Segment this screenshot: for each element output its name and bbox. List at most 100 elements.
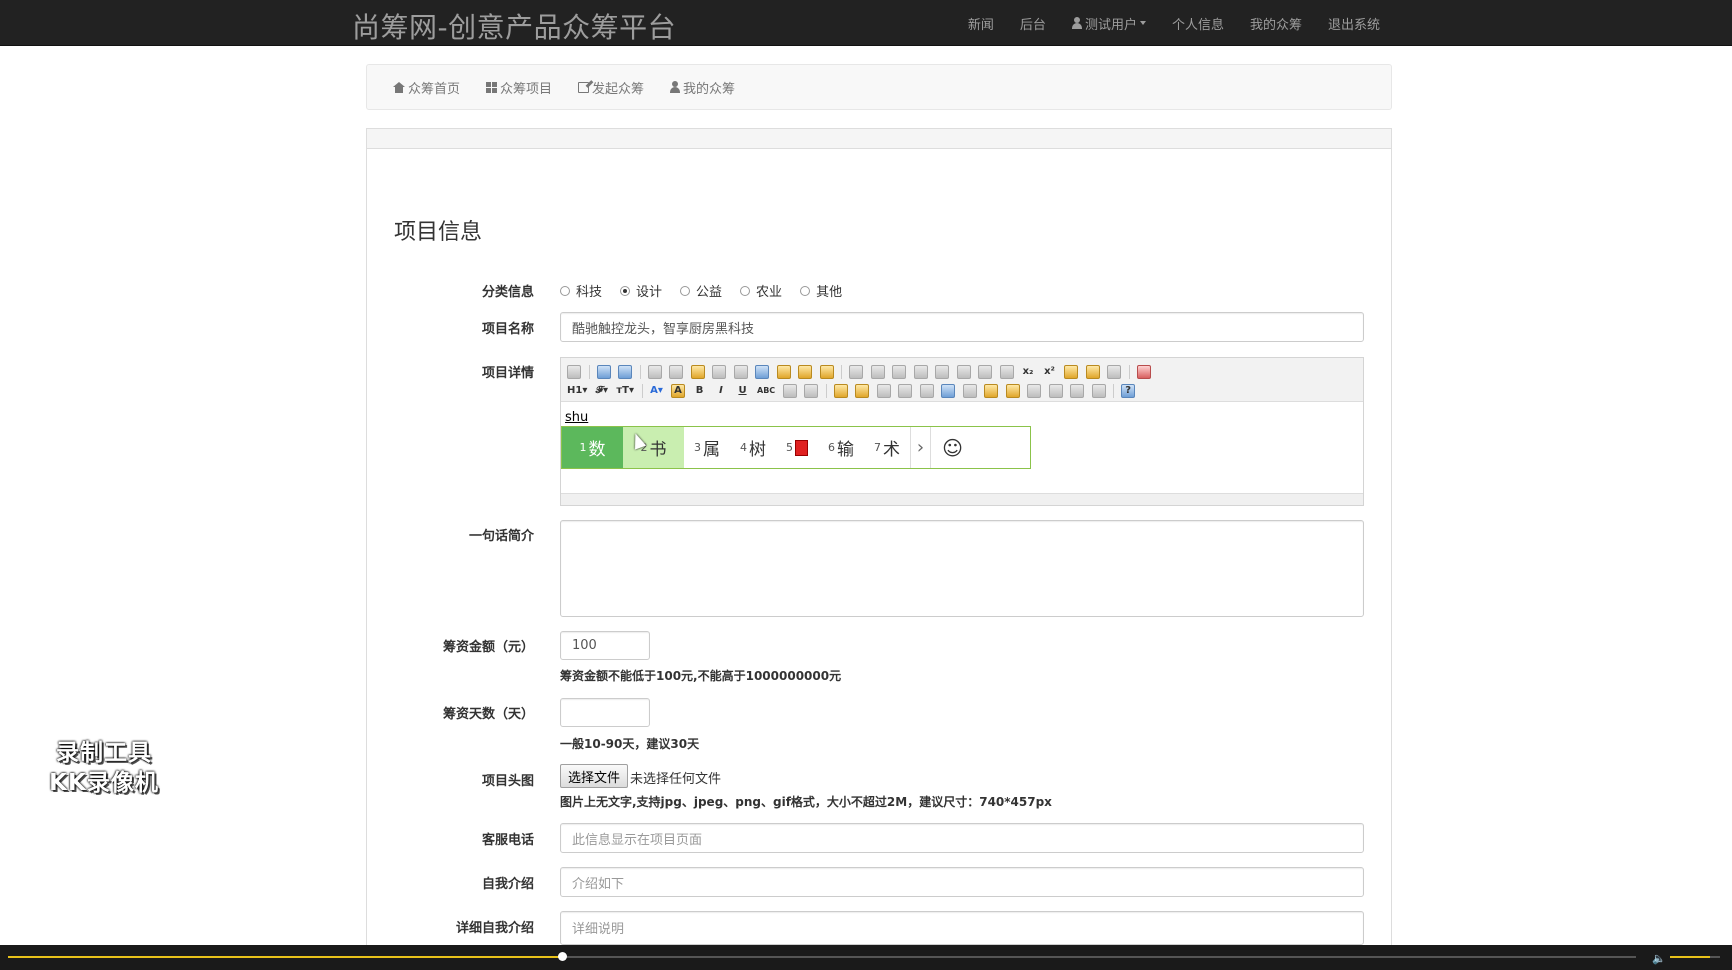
summary-textarea[interactable]	[560, 520, 1364, 617]
attachment-icon[interactable]	[919, 383, 934, 398]
page-break-icon[interactable]	[1027, 383, 1042, 398]
heading-icon[interactable]: H1▾	[567, 384, 587, 398]
line-height-icon[interactable]	[782, 383, 797, 398]
ordered-list-icon[interactable]	[935, 364, 949, 379]
subnav-launch[interactable]: 发起众筹	[578, 78, 644, 97]
volume-icon[interactable]: 🔈	[1652, 952, 1666, 965]
font-size-icon[interactable]: тT▾	[616, 384, 634, 398]
media-icon[interactable]	[898, 383, 913, 398]
strikethrough-icon[interactable]: ABC	[757, 384, 775, 398]
ime-candidate-6[interactable]: 6输	[818, 427, 864, 468]
template-icon[interactable]	[690, 364, 705, 379]
category-option-design[interactable]: 设计	[620, 281, 662, 300]
paste-word-icon[interactable]	[819, 364, 834, 379]
align-left-icon[interactable]	[849, 364, 863, 379]
user-icon	[1071, 17, 1082, 29]
align-right-icon[interactable]	[892, 364, 906, 379]
highlight-icon[interactable]: A	[671, 383, 685, 398]
map-icon[interactable]	[1005, 383, 1020, 398]
nav-profile[interactable]: 个人信息	[1172, 14, 1224, 33]
ime-candidate-3[interactable]: 3属	[684, 427, 730, 468]
phone-input[interactable]: 此信息显示在项目页面	[560, 823, 1364, 853]
superscript-icon[interactable]: x²	[1043, 365, 1057, 379]
subnav-home[interactable]: 众筹首页	[393, 78, 460, 97]
print-icon[interactable]	[669, 364, 683, 379]
category-option-charity[interactable]: 公益	[680, 281, 722, 300]
radio-button[interactable]	[800, 285, 811, 296]
editor-toolbar: x₂ x² H1▾ 𝓕▾ тT▾ A▾ A B I U ABC ?	[561, 358, 1363, 402]
emoticon-icon[interactable]	[984, 383, 999, 398]
nav-logout[interactable]: 退出系统	[1328, 14, 1380, 33]
project-name-input[interactable]: 酷驰触控龙头，智享厨房黑科技	[560, 312, 1364, 342]
brand-title[interactable]: 尚筹网-创意产品众筹平台	[352, 6, 676, 46]
ime-candidate-4[interactable]: 4树	[730, 427, 776, 468]
outdent-icon[interactable]	[999, 364, 1014, 379]
detail-intro-textarea[interactable]: 详细说明	[560, 911, 1364, 945]
radio-button[interactable]	[740, 285, 751, 296]
nav-user-dropdown[interactable]: 测试用户	[1071, 14, 1146, 33]
align-center-icon[interactable]	[870, 364, 885, 379]
code-icon[interactable]	[712, 364, 726, 379]
remove-format-icon[interactable]	[804, 383, 819, 398]
redo-icon[interactable]	[618, 364, 632, 379]
smiley-icon[interactable]: ☺	[930, 427, 974, 468]
undo-icon[interactable]	[596, 364, 611, 379]
underline-icon[interactable]: U	[736, 384, 750, 398]
radio-button[interactable]	[680, 285, 691, 296]
copy-icon[interactable]	[755, 364, 769, 379]
source-icon[interactable]	[567, 364, 581, 379]
nav-admin[interactable]: 后台	[1020, 14, 1046, 33]
text-color-icon[interactable]: A▾	[650, 384, 664, 398]
subnav-projects[interactable]: 众筹项目	[486, 78, 552, 97]
flash-icon[interactable]	[876, 383, 891, 398]
fullscreen-icon[interactable]	[1136, 364, 1151, 379]
unordered-list-icon[interactable]	[956, 364, 971, 379]
radio-button-checked[interactable]	[620, 285, 631, 296]
chevron-right-icon[interactable]: ›	[910, 427, 930, 468]
clear-format-icon[interactable]	[1064, 364, 1078, 379]
align-justify-icon[interactable]	[913, 364, 928, 379]
help-icon[interactable]: ?	[1121, 383, 1136, 398]
table-icon[interactable]	[941, 383, 956, 398]
ime-candidate-1[interactable]: 1数	[562, 427, 623, 468]
image-label: 项目头图	[481, 774, 534, 789]
ime-candidate-7[interactable]: 7术	[864, 427, 910, 468]
intro-input[interactable]: 介绍如下	[560, 867, 1364, 897]
unlink-icon[interactable]	[1091, 383, 1106, 398]
paste-text-icon[interactable]	[798, 364, 812, 379]
ime-candidate-2[interactable]: 2书	[623, 427, 684, 468]
category-option-other[interactable]: 其他	[800, 281, 842, 300]
image-icon[interactable]	[833, 383, 848, 398]
hr-icon[interactable]	[962, 383, 977, 398]
subnav-mine[interactable]: 我的众筹	[670, 78, 735, 97]
paste-icon[interactable]	[776, 364, 791, 379]
volume-fill	[1670, 956, 1710, 958]
link-icon[interactable]	[1070, 383, 1085, 398]
video-progress-track[interactable]	[8, 952, 1636, 961]
amount-input[interactable]: 100	[560, 631, 650, 660]
indent-icon[interactable]	[978, 364, 992, 379]
anchor-icon[interactable]	[1048, 383, 1063, 398]
days-input[interactable]	[560, 698, 650, 727]
phone-label: 客服电话	[481, 833, 534, 848]
subscript-icon[interactable]: x₂	[1021, 365, 1035, 379]
nav-my-crowdfunding[interactable]: 我的众筹	[1250, 14, 1302, 33]
italic-icon[interactable]: I	[714, 384, 728, 398]
category-option-tech[interactable]: 科技	[560, 281, 602, 300]
preview-icon[interactable]	[647, 364, 662, 379]
bold-icon[interactable]: B	[693, 384, 707, 398]
choose-file-button[interactable]: 选择文件	[560, 764, 629, 788]
select-all-icon[interactable]	[1107, 364, 1121, 379]
quick-format-icon[interactable]	[1085, 364, 1100, 379]
font-family-icon[interactable]: 𝓕▾	[595, 384, 609, 398]
panel-heading	[367, 129, 1391, 149]
cut-icon[interactable]	[733, 364, 748, 379]
ime-candidate-5[interactable]: 5	[776, 427, 818, 468]
editor-resize-bar[interactable]	[561, 493, 1363, 505]
radio-button[interactable]	[560, 285, 570, 296]
category-option-agriculture[interactable]: 农业	[740, 281, 782, 300]
multi-image-icon[interactable]	[855, 383, 870, 398]
nav-news[interactable]: 新闻	[968, 14, 994, 33]
volume-slider[interactable]	[1670, 956, 1720, 958]
video-progress-handle[interactable]	[557, 952, 567, 961]
